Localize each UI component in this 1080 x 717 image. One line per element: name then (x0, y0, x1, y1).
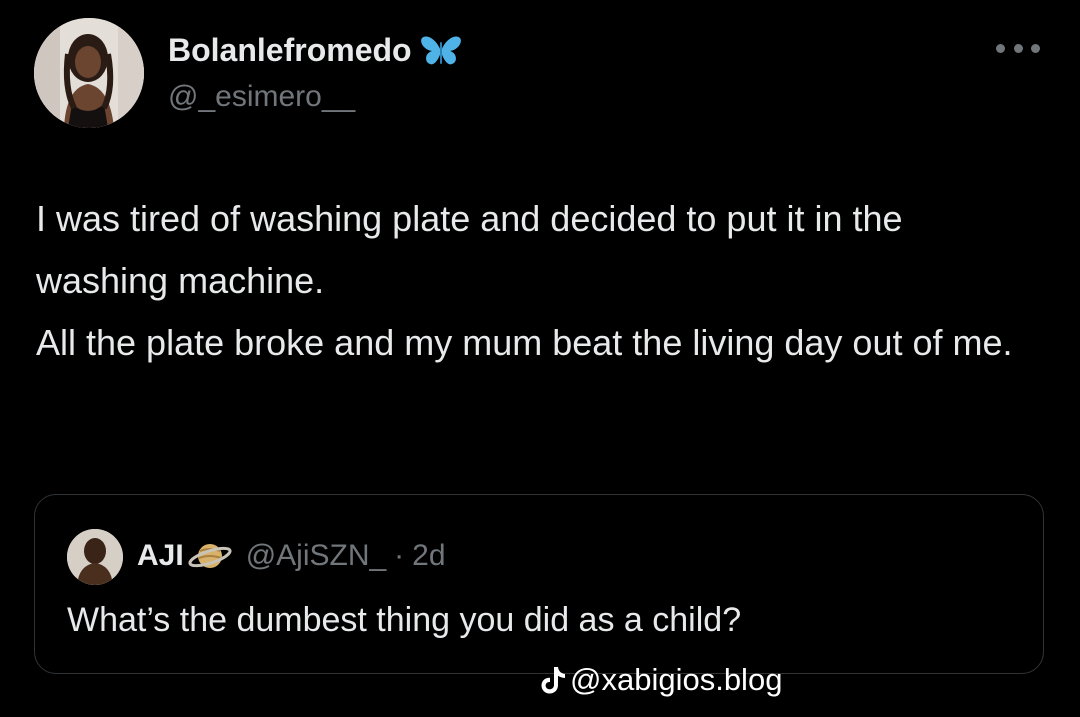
more-dot (996, 43, 1005, 53)
tweet-paragraph: All the plate broke and my mum beat the … (36, 322, 1013, 363)
watermark-text: @xabigios.blog (570, 662, 783, 697)
watermark: @xabigios.blog (540, 662, 782, 698)
quote-avatar-image (67, 529, 123, 585)
author-display-name[interactable]: Bolanlefromedo (168, 32, 462, 69)
author-handle[interactable]: @_esimero__ (168, 80, 355, 114)
more-options-icon[interactable] (996, 36, 1040, 60)
quote-author-handle[interactable]: @AjiSZN_ (246, 539, 386, 573)
tiktok-icon (540, 665, 566, 695)
tweet-text: I was tired of washing plate and decided… (36, 188, 1036, 374)
quote-author-avatar[interactable] (67, 529, 123, 585)
author-avatar-image (34, 18, 144, 128)
author-avatar[interactable] (34, 18, 144, 128)
author-name-text: Bolanlefromedo (168, 32, 412, 68)
more-dot (1031, 43, 1040, 53)
quote-header: AJI @AjiSZN_ · 2d (137, 537, 446, 575)
quoted-tweet-card[interactable]: AJI @AjiSZN_ · 2d What’s the dumbest thi… (34, 494, 1044, 674)
quote-separator: · (394, 539, 405, 572)
butterfly-icon (420, 34, 462, 68)
quote-text: What’s the dumbest thing you did as a ch… (67, 601, 742, 639)
more-dot (1013, 43, 1023, 53)
quote-timestamp[interactable]: 2d (412, 539, 445, 573)
tweet: Bolanlefromedo @_esimero__ I was tired o… (0, 0, 1080, 717)
quote-author-name[interactable]: AJI (137, 539, 184, 573)
saturn-icon (188, 537, 232, 575)
tweet-paragraph: I was tired of washing plate and decided… (36, 198, 903, 301)
